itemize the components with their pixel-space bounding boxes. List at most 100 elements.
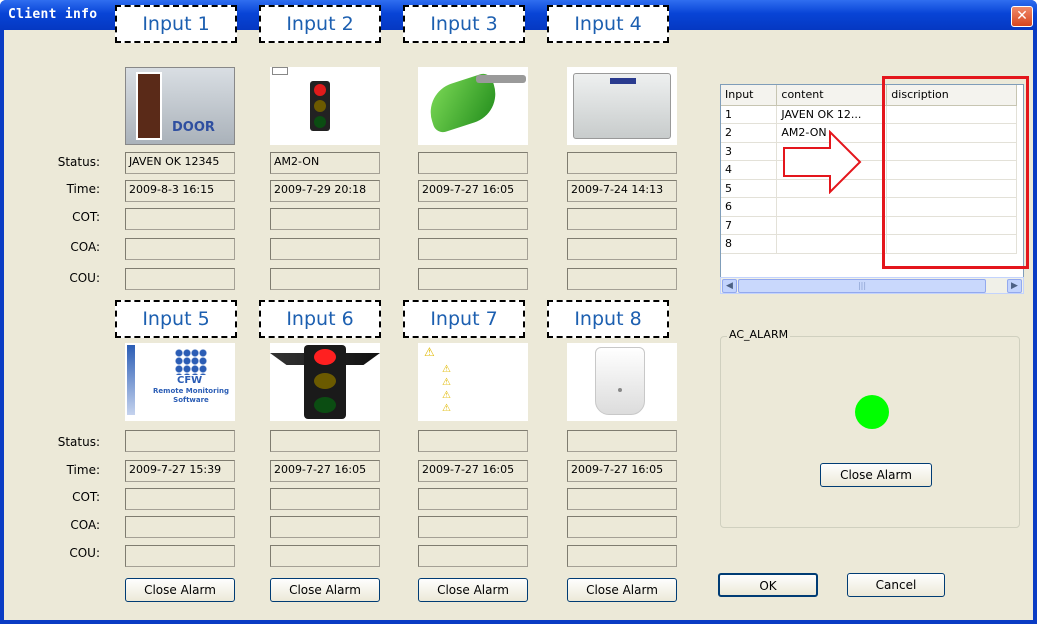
traffic-light-shape	[310, 81, 330, 131]
time-field-4[interactable]: 2009-7-24 14:13	[567, 180, 677, 202]
time-field-5[interactable]: 2009-7-27 15:39	[125, 460, 235, 482]
cot-field-6[interactable]	[270, 488, 380, 510]
description-column-highlight	[882, 76, 1029, 269]
window-title: Client info	[8, 7, 98, 22]
time-field-2[interactable]: 2009-7-29 20:18	[270, 180, 380, 202]
traffic-light-shape	[304, 345, 346, 419]
traffic-light-image	[270, 343, 380, 421]
cot-field-7[interactable]	[418, 488, 528, 510]
coa-field-2[interactable]	[270, 238, 380, 260]
time-label: Time:	[66, 182, 100, 196]
cot-field-8[interactable]	[567, 488, 677, 510]
status-field-4[interactable]	[567, 152, 677, 174]
alarm-status-indicator	[855, 395, 889, 429]
time-field-6[interactable]: 2009-7-27 16:05	[270, 460, 380, 482]
pir-sensor-image	[567, 343, 677, 421]
input-6-tag: Input 6	[259, 300, 381, 338]
cot-label: COT:	[72, 490, 100, 504]
table-cell: 2	[721, 123, 778, 143]
status-label: Status:	[57, 155, 100, 169]
ac-alarm-close-button[interactable]: Close Alarm	[820, 463, 932, 487]
warning-icon: ⚠ ⚠ ⚠ ⚠	[442, 364, 451, 414]
status-label: Status:	[57, 435, 100, 449]
table-cell	[776, 197, 888, 217]
cou-field-7[interactable]	[418, 545, 528, 567]
scrollbar-thumb[interactable]: |||	[738, 279, 986, 293]
coa-field-3[interactable]	[418, 238, 528, 260]
table-cell: 3	[721, 142, 778, 161]
coa-label: COA:	[70, 240, 100, 254]
box-shape	[573, 73, 671, 139]
status-field-7[interactable]	[418, 430, 528, 452]
time-field-8[interactable]: 2009-7-27 16:05	[567, 460, 677, 482]
cot-label: COT:	[72, 210, 100, 224]
traffic-light-image	[270, 67, 380, 145]
input-8-tag: Input 8	[547, 300, 669, 338]
door-shape	[136, 72, 162, 140]
cot-field-2[interactable]	[270, 208, 380, 230]
fuel-nozzle-image	[418, 67, 528, 145]
input-5-tag: Input 5	[115, 300, 237, 338]
coa-field-1[interactable]	[125, 238, 235, 260]
cfw-caption: Remote Monitoring Software	[153, 387, 229, 404]
coa-field-8[interactable]	[567, 516, 677, 538]
ok-button[interactable]: OK	[718, 573, 818, 597]
horizontal-scrollbar[interactable]: ◀ ||| ▶	[720, 277, 1024, 294]
input-4-tag: Input 4	[547, 5, 669, 43]
table-cell: 8	[721, 234, 778, 254]
time-field-7[interactable]: 2009-7-27 16:05	[418, 460, 528, 482]
coa-field-6[interactable]	[270, 516, 380, 538]
warning-icon: ⚠	[424, 345, 435, 359]
close-alarm-button-8[interactable]: Close Alarm	[567, 578, 677, 602]
close-alarm-button-6[interactable]: Close Alarm	[270, 578, 380, 602]
status-field-6[interactable]	[270, 430, 380, 452]
cou-label: COU:	[69, 271, 100, 285]
cou-field-3[interactable]	[418, 268, 528, 290]
status-field-8[interactable]	[567, 430, 677, 452]
cou-field-1[interactable]	[125, 268, 235, 290]
table-cell	[776, 216, 888, 235]
time-label: Time:	[66, 463, 100, 477]
cot-field-1[interactable]	[125, 208, 235, 230]
control-box-image	[567, 67, 677, 145]
input-1-tag: Input 1	[115, 5, 237, 43]
input-7-tag: Input 7	[403, 300, 525, 338]
cou-field-8[interactable]	[567, 545, 677, 567]
time-field-1[interactable]: 2009-8-3 16:15	[125, 180, 235, 202]
status-field-2[interactable]: AM2-ON	[270, 152, 380, 174]
table-cell: 5	[721, 179, 778, 198]
coa-field-5[interactable]	[125, 516, 235, 538]
table-cell: JAVEN OK 12...	[776, 105, 888, 124]
cou-field-5[interactable]	[125, 545, 235, 567]
cot-field-4[interactable]	[567, 208, 677, 230]
table-cell: 4	[721, 160, 778, 180]
table-cell	[776, 234, 888, 254]
ac-alarm-title: AC_ALARM	[727, 328, 791, 341]
coa-field-7[interactable]	[418, 516, 528, 538]
input-3-tag: Input 3	[403, 5, 525, 43]
right-arrow-annotation	[783, 130, 862, 194]
table-cell: 6	[721, 197, 778, 217]
column-header-input[interactable]: Input	[721, 85, 778, 106]
status-field-3[interactable]	[418, 152, 528, 174]
cfw-logo-image: CFW Remote Monitoring Software	[125, 343, 235, 421]
cot-field-3[interactable]	[418, 208, 528, 230]
table-cell: 7	[721, 216, 778, 235]
cou-field-2[interactable]	[270, 268, 380, 290]
cou-field-6[interactable]	[270, 545, 380, 567]
cot-field-5[interactable]	[125, 488, 235, 510]
close-window-button[interactable]: ✕	[1011, 6, 1033, 27]
close-alarm-button-7[interactable]: Close Alarm	[418, 578, 528, 602]
cancel-button[interactable]: Cancel	[847, 573, 945, 597]
status-field-1[interactable]: JAVEN OK 12345	[125, 152, 235, 174]
scroll-right-icon[interactable]: ▶	[1007, 279, 1022, 293]
close-icon: ✕	[1016, 8, 1028, 24]
scroll-left-icon[interactable]: ◀	[722, 279, 737, 293]
cou-field-4[interactable]	[567, 268, 677, 290]
sensor-shape	[595, 347, 645, 415]
status-field-5[interactable]	[125, 430, 235, 452]
close-alarm-button-5[interactable]: Close Alarm	[125, 578, 235, 602]
time-field-3[interactable]: 2009-7-27 16:05	[418, 180, 528, 202]
coa-field-4[interactable]	[567, 238, 677, 260]
column-header-content[interactable]: content	[776, 85, 888, 106]
